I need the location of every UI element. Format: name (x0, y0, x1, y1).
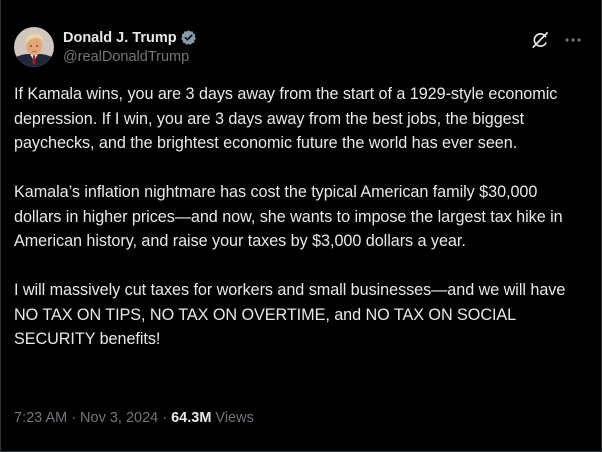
tweet-date[interactable]: Nov 3, 2024 (80, 410, 158, 426)
grok-icon[interactable] (531, 31, 549, 49)
author-names: Donald J. Trump @realDonaldTrump (63, 28, 197, 65)
header-actions (531, 31, 585, 49)
author-display-name[interactable]: Donald J. Trump (63, 30, 177, 46)
display-name-row: Donald J. Trump (63, 28, 197, 47)
verified-badge-icon[interactable] (180, 29, 197, 46)
tweet-paragraph: If Kamala wins, you are 3 days away from… (14, 85, 562, 152)
tweet-header: Donald J. Trump @realDonaldTrump (14, 27, 585, 69)
author-handle[interactable]: @realDonaldTrump (63, 49, 197, 65)
tweet-card: Donald J. Trump @realDonaldTrump If Kama… (0, 0, 602, 452)
views-count[interactable]: 64.3M (171, 410, 211, 426)
tweet-paragraph: I will massively cut taxes for workers a… (14, 281, 570, 348)
author-avatar[interactable] (14, 27, 54, 67)
meta-separator: · (162, 410, 168, 426)
tweet-meta: 7:23 AM · Nov 3, 2024 · 64.3M Views (14, 410, 254, 426)
tweet-paragraph: Kamala’s inflation nightmare has cost th… (14, 183, 567, 250)
more-options-icon[interactable] (563, 31, 583, 49)
tweet-time[interactable]: 7:23 AM (14, 410, 67, 426)
meta-separator: · (71, 410, 77, 426)
avatar-portrait-icon (14, 27, 54, 67)
tweet-text: If Kamala wins, you are 3 days away from… (14, 82, 589, 352)
views-label: Views (215, 410, 254, 426)
